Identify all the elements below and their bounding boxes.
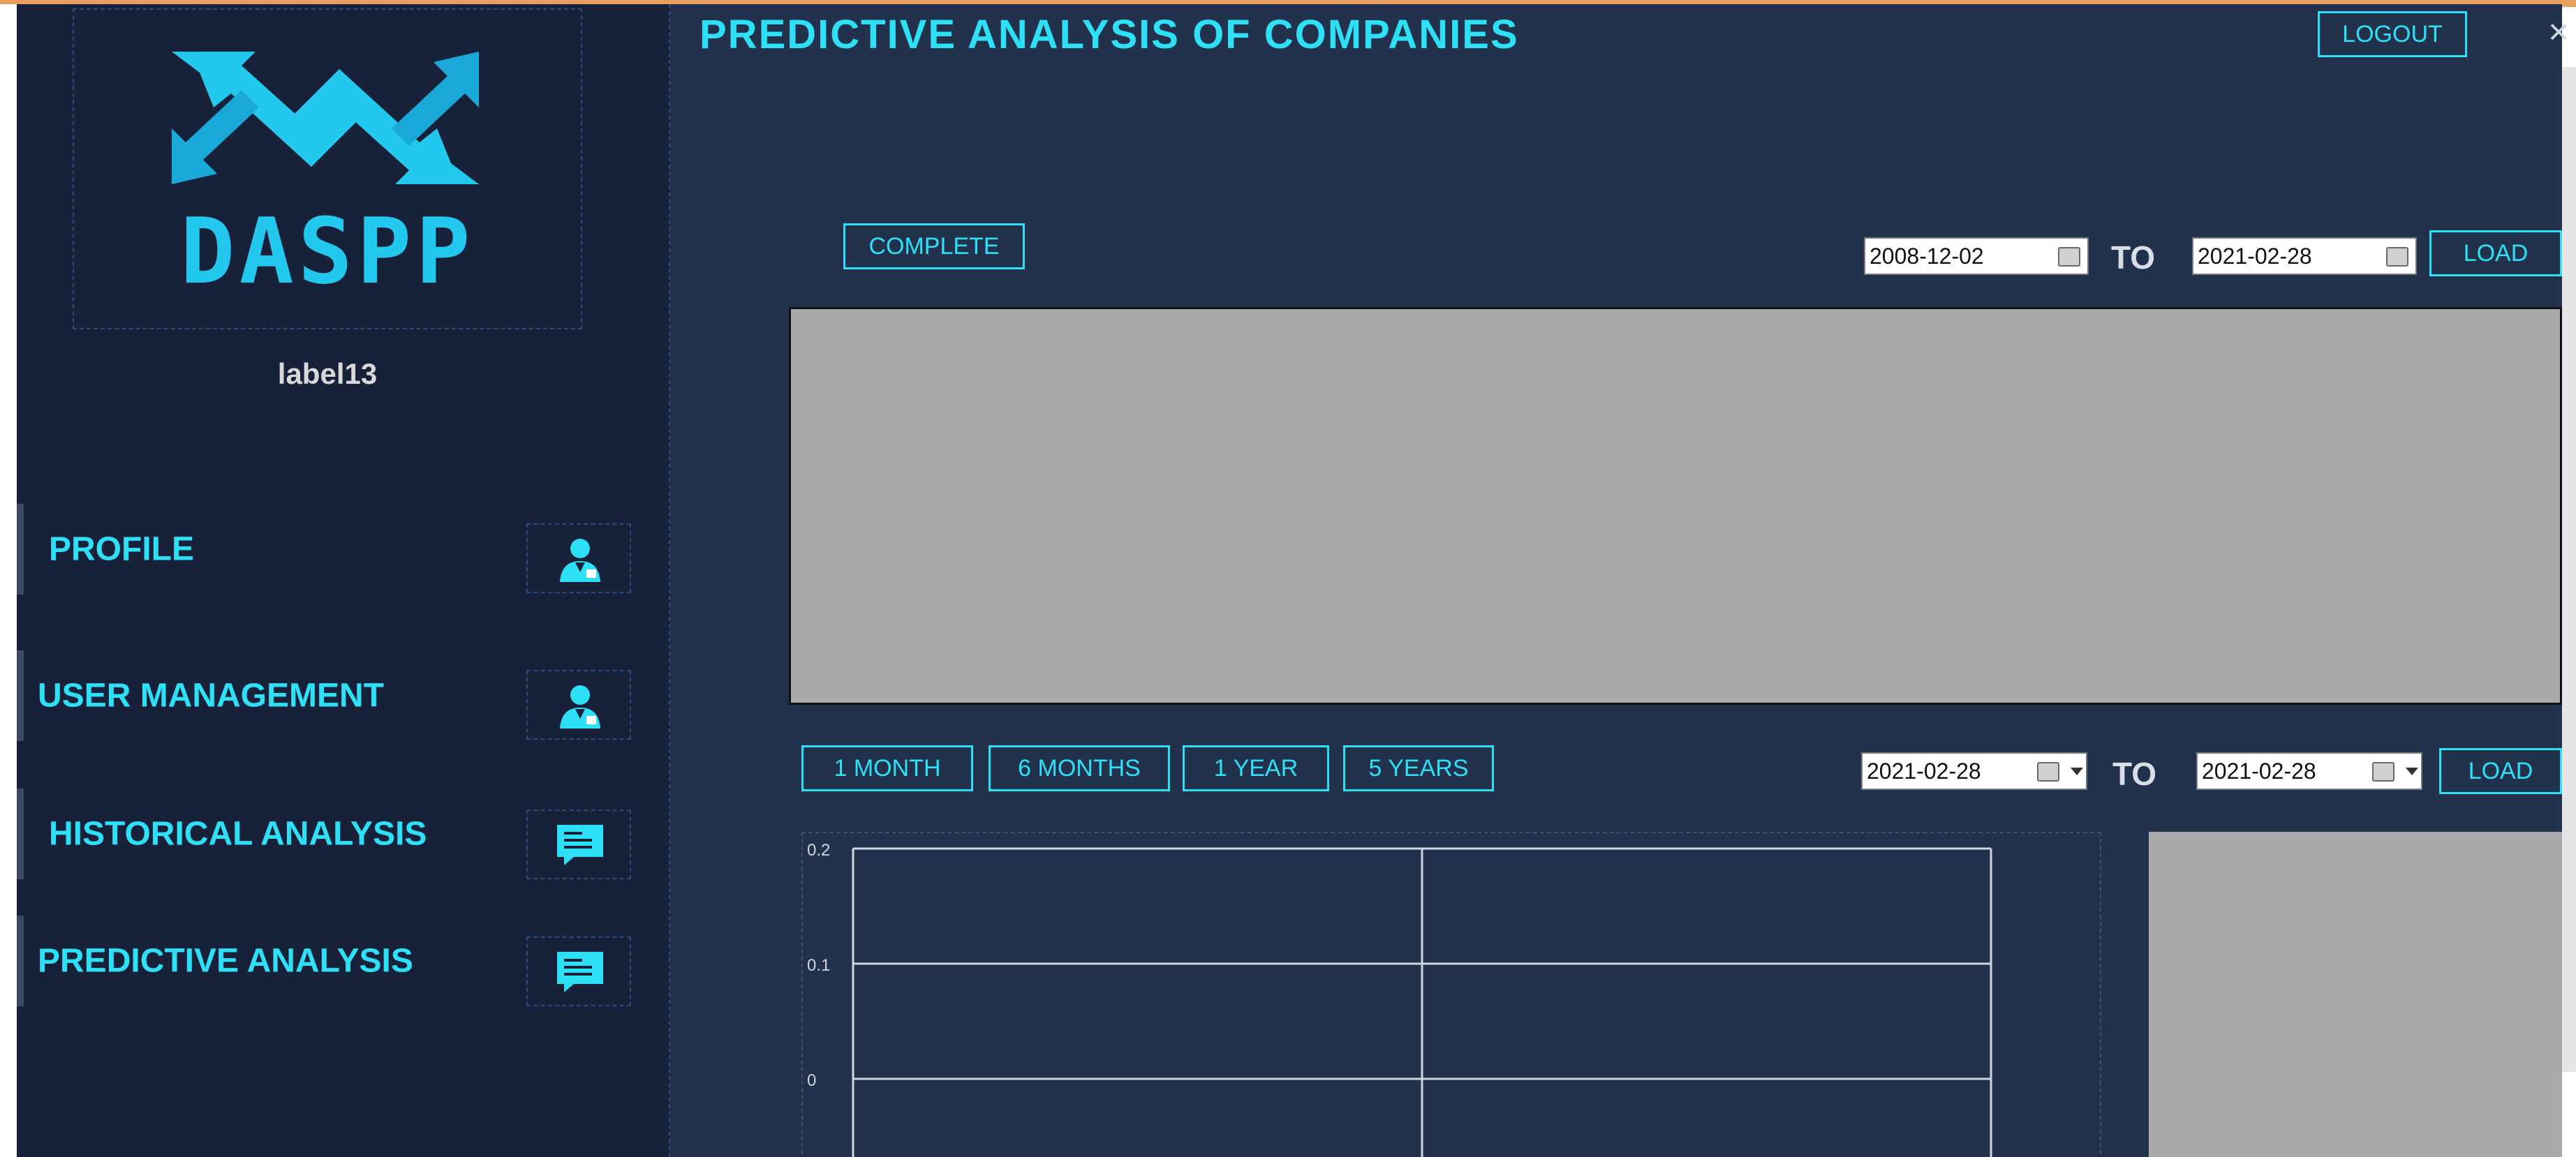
nav-marker [17, 789, 24, 879]
logo-text: DASPP [180, 198, 475, 304]
range-1-year-button[interactable]: 1 YEAR [1183, 745, 1329, 791]
sidebar-item-profile[interactable]: PROFILE [17, 504, 659, 595]
to-label: TO [2111, 239, 2156, 276]
range-5-years-button[interactable]: 5 YEARS [1343, 745, 1494, 791]
prediction-side-panel [2149, 832, 2562, 1157]
logout-button[interactable]: LOGOUT [2318, 11, 2467, 57]
y-tick-label: 0.1 [807, 956, 830, 975]
from-date-picker[interactable]: 2008-12-02 [1864, 237, 2089, 275]
logo-arrows-icon [172, 52, 479, 184]
sidebar-item-label: PREDICTIVE ANALYSIS [38, 942, 413, 980]
prediction-chart-container: 0.2 0.1 0 [801, 832, 2101, 1157]
from-date-value: 2008-12-02 [1870, 243, 1984, 269]
page-title: PREDICTIVE ANALYSIS OF COMPANIES [699, 12, 1519, 57]
chevron-down-icon[interactable] [2406, 768, 2418, 775]
y-tick-label: 0.2 [807, 841, 830, 860]
range-to-label: TO [2112, 756, 2157, 792]
range-to-date-value: 2021-02-28 [2202, 758, 2316, 784]
calendar-icon[interactable] [2037, 762, 2059, 782]
sidebar-item-predictive-analysis[interactable]: PREDICTIVE ANALYSIS [17, 916, 659, 1006]
sidebar-item-label: USER MANAGEMENT [38, 677, 385, 715]
sidebar-item-label: PROFILE [49, 530, 195, 568]
message-icon [557, 952, 603, 992]
historical-analysis-icon-box[interactable] [526, 809, 631, 879]
range-1-month-button[interactable]: 1 MONTH [801, 745, 973, 791]
nav-marker [17, 916, 24, 1006]
load-button-bottom[interactable]: LOAD [2439, 748, 2562, 794]
window-left-edge [0, 4, 17, 1157]
y-tick-label: 0 [807, 1071, 816, 1090]
nav-marker [17, 650, 24, 741]
logo: DASPP [73, 8, 582, 329]
calendar-icon[interactable] [2386, 247, 2408, 267]
range-from-date-value: 2021-02-28 [1867, 758, 1981, 784]
main-panel: PREDICTIVE ANALYSIS OF COMPANIES LOGOUT … [670, 4, 2569, 1157]
user-name-label: label13 [277, 357, 378, 390]
range-from-date-picker[interactable]: 2021-02-28 [1861, 752, 2087, 790]
nav-marker [17, 504, 24, 595]
user-management-icon-box[interactable] [526, 670, 631, 740]
close-icon[interactable]: × [2548, 11, 2569, 53]
window-scrollbar[interactable] [2562, 67, 2576, 1072]
sidebar-item-historical-analysis[interactable]: HISTORICAL ANALYSIS [17, 789, 659, 879]
calendar-icon[interactable] [2372, 762, 2394, 782]
profile-icon-box[interactable] [526, 523, 631, 593]
calendar-icon[interactable] [2058, 247, 2080, 267]
prediction-chart: 0.2 0.1 0 [807, 841, 1992, 1157]
range-6-months-button[interactable]: 6 MONTHS [989, 745, 1170, 791]
predictive-analysis-icon-box[interactable] [526, 936, 631, 1006]
to-date-value: 2021-02-28 [2198, 243, 2312, 269]
load-button-top[interactable]: LOAD [2429, 230, 2562, 276]
message-icon [557, 825, 603, 865]
user-icon [560, 539, 600, 582]
range-to-date-picker[interactable]: 2021-02-28 [2196, 752, 2422, 790]
complete-button[interactable]: COMPLETE [843, 223, 1025, 269]
to-date-picker[interactable]: 2021-02-28 [2192, 237, 2417, 275]
chevron-down-icon[interactable] [2071, 768, 2083, 775]
sidebar: DASPP label13 PROFILE USER MANAGEMENT HI… [17, 4, 670, 1157]
sidebar-item-label: HISTORICAL ANALYSIS [49, 815, 427, 853]
user-icon [560, 685, 600, 729]
sidebar-item-user-management[interactable]: USER MANAGEMENT [17, 650, 659, 741]
complete-chart-panel [789, 307, 2562, 705]
